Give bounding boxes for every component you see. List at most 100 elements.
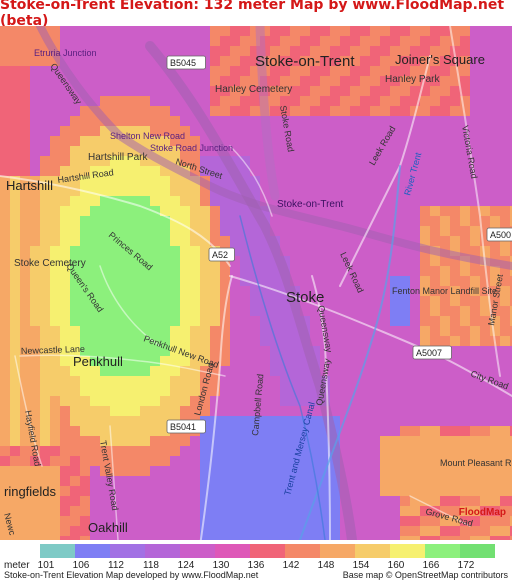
elevation-cell [270,26,280,36]
elevation-cell [50,446,60,456]
elevation-cell [310,436,320,446]
elevation-cell [410,196,420,206]
elevation-cell [190,446,200,456]
elevation-cell [20,26,30,36]
elevation-cell [50,286,60,296]
elevation-cell [200,306,210,316]
elevation-cell [220,396,230,406]
elevation-cell [0,246,10,256]
elevation-cell [10,416,20,426]
elevation-cell [430,196,440,206]
elevation-cell [440,186,450,196]
place-label-oakhill: Oakhill [88,520,128,535]
elevation-cell [0,336,10,346]
elevation-cell [200,326,210,336]
elevation-cell [500,206,510,216]
elevation-cell [20,116,30,126]
elevation-cell [190,316,200,326]
elevation-cell [170,176,180,186]
elevation-cell [90,86,100,96]
elevation-cell [250,226,260,236]
elevation-cell [370,286,380,296]
page-title: Stoke-on-Trent Elevation: 132 meter Map … [0,0,505,29]
elevation-cell [50,386,60,396]
elevation-cell [20,86,30,96]
elevation-cell [0,356,10,366]
elevation-cell [310,516,320,526]
elevation-cell [280,386,290,396]
elevation-cell [70,26,80,36]
elevation-cell [440,266,450,276]
elevation-cell [480,276,490,286]
elevation-cell [170,436,180,446]
elevation-cell [370,66,380,76]
elevation-cell [90,326,100,336]
elevation-cell [420,386,430,396]
elevation-cell [370,366,380,376]
elevation-cell [180,326,190,336]
elevation-cell [30,106,40,116]
elevation-cell [370,416,380,426]
elevation-cell [90,126,100,136]
elevation-cell [280,316,290,326]
elevation-cell [170,456,180,466]
elevation-cell [410,376,420,386]
elevation-cell [140,406,150,416]
elevation-map[interactable]: Stoke-on-Trent Joiner's Square Hanley Park… [0,26,512,540]
elevation-cell [380,486,390,496]
elevation-cell [420,406,430,416]
elevation-cell [60,316,70,326]
elevation-cell [160,116,170,126]
elevation-cell [120,256,130,266]
elevation-cell [430,326,440,336]
elevation-cell [250,326,260,336]
elevation-cell [340,96,350,106]
elevation-cell [360,436,370,446]
elevation-cell [260,446,270,456]
elevation-cell [320,106,330,116]
elevation-cell [0,46,10,56]
elevation-cell [470,416,480,426]
elevation-cell [50,526,60,536]
elevation-cell [500,356,510,366]
elevation-cell [360,466,370,476]
elevation-cell [40,66,50,76]
elevation-cell [350,36,360,46]
elevation-cell [70,156,80,166]
elevation-cell [420,416,430,426]
elevation-cell [470,226,480,236]
elevation-cell [60,286,70,296]
elevation-cell [210,316,220,326]
elevation-cell [90,36,100,46]
elevation-cell [500,336,510,346]
elevation-cell [230,476,240,486]
elevation-cell [170,446,180,456]
elevation-cell [340,336,350,346]
elevation-cell [160,176,170,186]
elevation-cell [270,216,280,226]
elevation-cell [220,276,230,286]
elevation-cell [400,316,410,326]
elevation-cell [30,506,40,516]
elevation-cell [430,136,440,146]
elevation-cell [80,446,90,456]
elevation-cell [300,176,310,186]
elevation-cell [490,86,500,96]
elevation-cell [410,256,420,266]
elevation-cell [410,136,420,146]
elevation-cell [0,156,10,166]
elevation-cell [50,376,60,386]
elevation-cell [380,86,390,96]
elevation-cell [210,106,220,116]
elevation-cell [460,326,470,336]
elevation-cell [190,466,200,476]
elevation-cell [130,66,140,76]
elevation-cell [350,176,360,186]
elevation-cell [140,216,150,226]
elevation-cell [260,426,270,436]
road-badge-a500: A500 [490,230,511,240]
elevation-cell [450,206,460,216]
elevation-cell [430,366,440,376]
elevation-cell [430,336,440,346]
elevation-cell [90,426,100,436]
